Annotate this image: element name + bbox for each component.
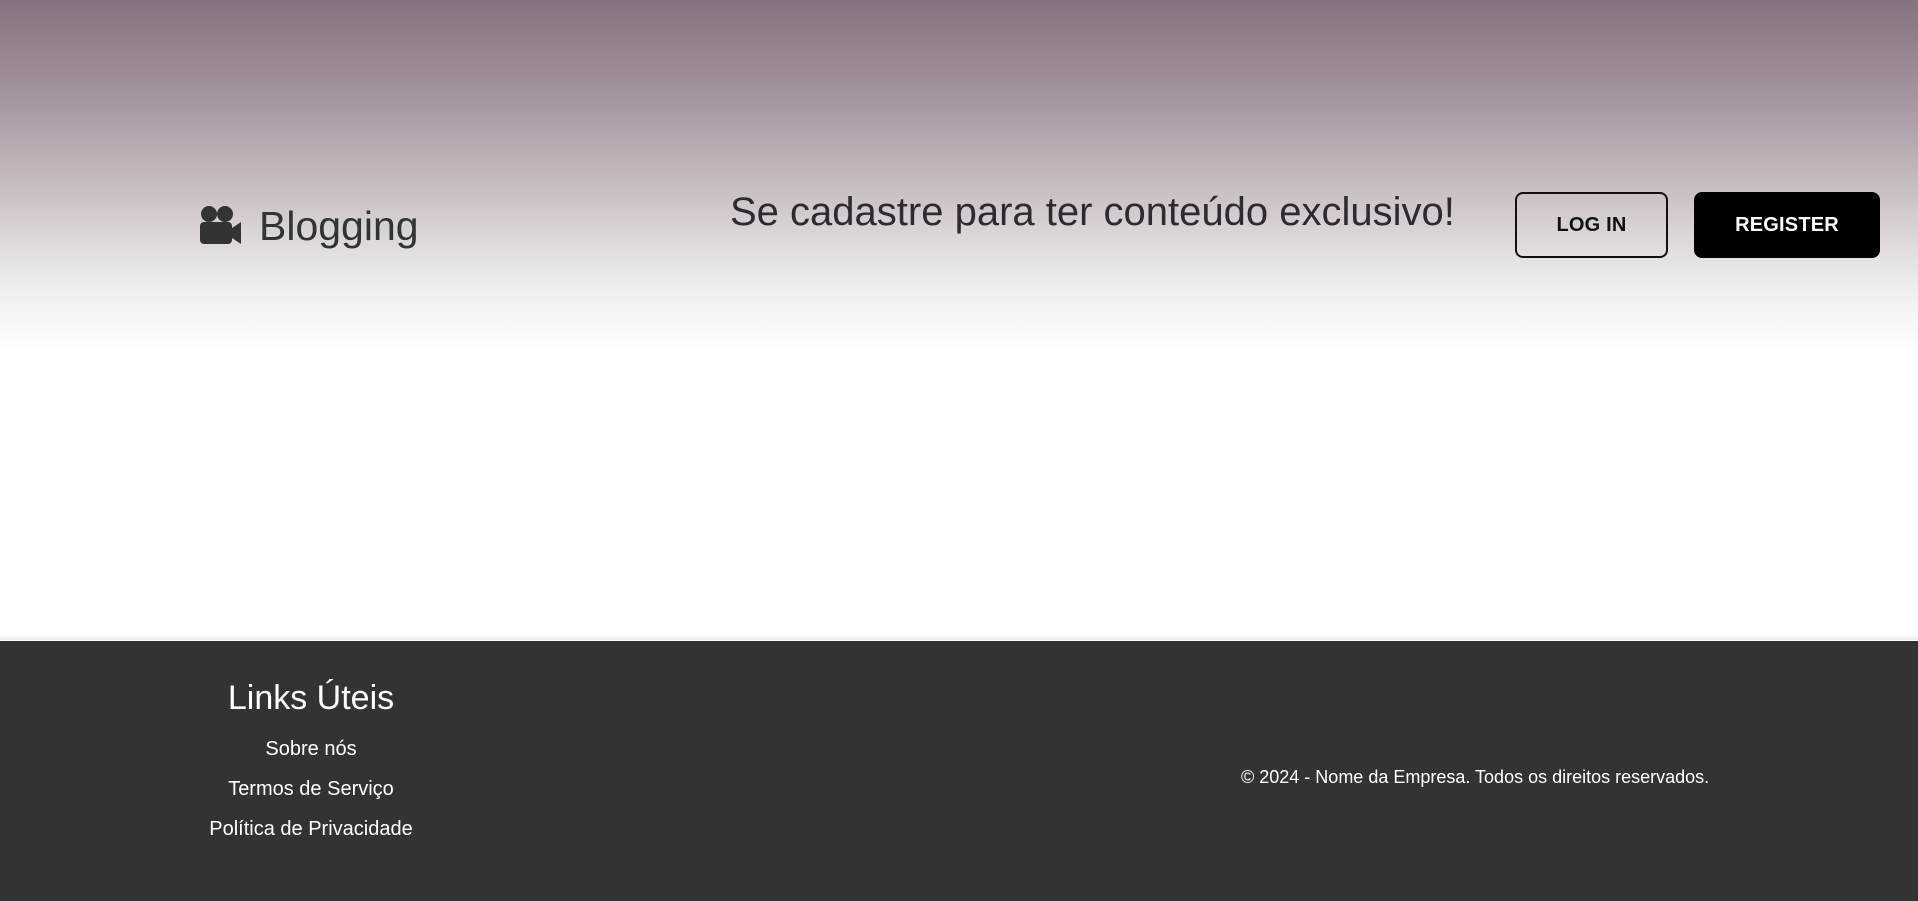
brand[interactable]: Blogging: [198, 198, 419, 254]
register-button[interactable]: REGISTER: [1694, 192, 1880, 258]
video-camera-icon: [200, 206, 241, 244]
about-us-link[interactable]: Sobre nós: [265, 738, 356, 760]
useful-links-section: Links Úteis Sobre nós Termos de Serviço …: [171, 681, 451, 857]
useful-links-list: Sobre nós Termos de Serviço Política de …: [171, 737, 451, 841]
list-item: Política de Privacidade: [171, 817, 451, 841]
footer: Links Úteis Sobre nós Termos de Serviço …: [0, 641, 1918, 901]
privacy-policy-link[interactable]: Política de Privacidade: [209, 818, 412, 840]
list-item: Sobre nós: [171, 737, 451, 761]
useful-links-title: Links Úteis: [227, 679, 395, 717]
list-item: Termos de Serviço: [171, 777, 451, 801]
copyright-text: © 2024 - Nome da Empresa. Todos os direi…: [1241, 767, 1710, 787]
page: Blogging Se cadastre para ter conteúdo e…: [0, 0, 1918, 901]
terms-of-service-link[interactable]: Termos de Serviço: [228, 778, 394, 800]
tagline: Se cadastre para ter conteúdo exclusivo!: [730, 190, 1455, 234]
hero-header: Blogging Se cadastre para ter conteúdo e…: [0, 0, 1918, 640]
login-button[interactable]: LOG IN: [1515, 192, 1668, 258]
brand-name: Blogging: [259, 202, 419, 249]
